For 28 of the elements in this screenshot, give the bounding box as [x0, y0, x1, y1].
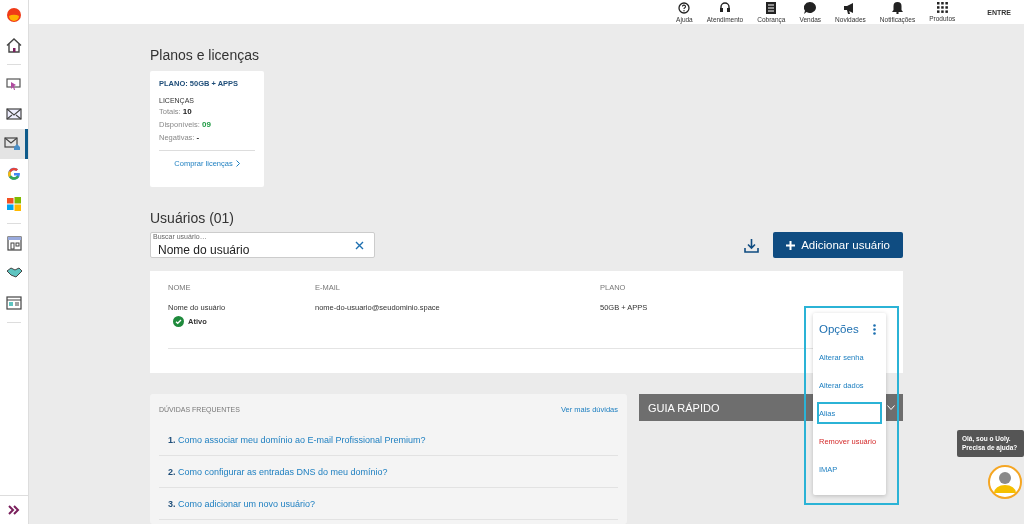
faq-link[interactable]: 1. Como associar meu domínio ao E-mail Profissional Premium?	[168, 434, 426, 445]
quick-guide-title: GUIA RÁPIDO	[648, 401, 720, 414]
web-page-icon[interactable]	[6, 296, 22, 310]
home-icon[interactable]	[6, 37, 22, 53]
logo-icon[interactable]	[7, 8, 21, 22]
faq-link[interactable]: 3. Como adicionar um novo usuário?	[168, 498, 316, 509]
add-user-button[interactable]: Adicionar usuário	[773, 232, 903, 258]
plus-icon	[786, 240, 796, 250]
double-chevron-icon[interactable]	[8, 505, 20, 515]
grid-dots-icon	[936, 2, 948, 13]
headset-icon	[719, 1, 731, 14]
close-icon[interactable]	[355, 241, 364, 250]
avatar-icon[interactable]	[988, 464, 1022, 499]
envelope-icon[interactable]	[6, 108, 22, 120]
kebab-menu-icon[interactable]	[873, 323, 876, 335]
google-g-icon[interactable]	[7, 167, 21, 181]
question-circle-icon	[678, 1, 691, 14]
cursor-screen-icon[interactable]	[6, 77, 22, 91]
sidebar-item[interactable]	[0, 129, 28, 159]
windows-squares-icon[interactable]	[7, 197, 21, 211]
bell-icon	[892, 1, 904, 14]
chevron-right-icon	[235, 160, 240, 167]
section-title: Usuários (01)	[150, 210, 235, 226]
envelope-house-icon[interactable]	[4, 137, 21, 151]
section-title: Planos e licenças	[150, 47, 259, 63]
faq-link[interactable]: 2. Como configurar as entradas DNS do meu domínio?	[168, 466, 388, 477]
menu-title: Opções	[819, 323, 859, 335]
download-icon[interactable]	[744, 237, 760, 253]
